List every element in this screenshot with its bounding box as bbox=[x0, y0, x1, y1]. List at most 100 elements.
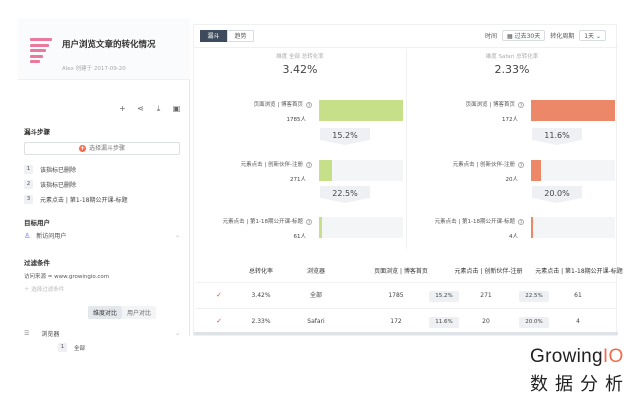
plus-icon[interactable]: + bbox=[118, 104, 127, 114]
funnel-step-count: 1785人 bbox=[286, 117, 307, 123]
funnel-step-count: 271人 bbox=[290, 177, 306, 183]
funnel-bar-track bbox=[319, 160, 403, 181]
funnel-step-name: 页面浏览 | 博客首页 bbox=[465, 102, 515, 108]
list-icon: ☰ bbox=[24, 330, 30, 337]
table-header: 元素点击 | 第1-18期公开课-标题 bbox=[535, 268, 623, 275]
funnel-steps-title: 漏斗步骤 bbox=[24, 128, 50, 136]
time-range-select[interactable]: ▦ 过去30天 bbox=[501, 30, 546, 41]
rate-cell: 2.33% bbox=[251, 318, 271, 325]
report-author: Alex 创建于 2017-09-20 bbox=[62, 66, 126, 72]
rate-pill-cell: 11.6% bbox=[424, 310, 464, 333]
funnel-step-count: 4人 bbox=[509, 234, 518, 240]
help-icon[interactable]: ? bbox=[518, 101, 524, 108]
time-range-value: 过去30天 bbox=[514, 33, 541, 40]
funnel-step-name: 元素点击 | 创新伙伴-注册 bbox=[240, 162, 303, 168]
funnel-step-count: 20人 bbox=[505, 177, 519, 183]
add-step-button[interactable]: + 选择漏斗步骤 bbox=[24, 142, 180, 155]
funnel-bar-track bbox=[319, 217, 403, 238]
funnel-step-name: 元素点击 | 第1-18期公开课-标题 bbox=[222, 219, 303, 225]
dimension-value-item[interactable]: 1 全部 bbox=[58, 343, 85, 352]
chart-controls: 时间 ▦ 过去30天 转化周期 1天 ⌄ bbox=[485, 30, 606, 41]
target-user-select[interactable]: ♙ 新访问用户 ⌄ bbox=[24, 231, 180, 241]
tab-user-compare[interactable]: 用户对比 bbox=[122, 306, 157, 319]
step-label: 元素点击 | 第1-18期公开课-标题 bbox=[40, 197, 128, 204]
chevron-down-icon: ⌄ bbox=[595, 33, 601, 40]
chevron-down-icon: ⌄ bbox=[174, 232, 180, 239]
tab-trend[interactable]: 趋势 bbox=[227, 30, 254, 42]
dimension-label: 浏览器 bbox=[41, 331, 60, 338]
horizontal-scrollbar[interactable] bbox=[194, 332, 618, 335]
summary-rate: 3.42% bbox=[282, 63, 318, 76]
app-frame: 用户浏览文章的转化情况 Alex 创建于 2017-09-20 + ⋖ ⤓ ▣ … bbox=[0, 0, 640, 400]
share-icon[interactable]: ⋖ bbox=[136, 104, 145, 114]
checkbox-checked-icon[interactable]: ✓ bbox=[204, 284, 234, 307]
step-item[interactable]: 1 该指标已删除 bbox=[24, 165, 76, 174]
step1-cell: 1785 bbox=[388, 292, 404, 299]
step-rate-pill: 11.6% bbox=[429, 317, 459, 328]
step-conversion-arrow: 22.5% bbox=[320, 186, 370, 203]
config-panel: 用户浏览文章的转化情况 Alex 创建于 2017-09-20 + ⋖ ⤓ ▣ … bbox=[18, 18, 190, 352]
tab-funnel[interactable]: 漏斗 bbox=[200, 30, 227, 42]
download-icon[interactable]: ⤓ bbox=[154, 104, 163, 114]
filter-title: 过滤条件 bbox=[24, 259, 50, 267]
funnel-step-label: 元素点击 | 创新伙伴-注册? bbox=[409, 160, 524, 168]
help-icon[interactable]: ? bbox=[518, 218, 524, 225]
funnel-step-label: 元素点击 | 第1-18期公开课-标题? bbox=[409, 217, 524, 225]
step-rate-pill: 20.0% bbox=[519, 317, 549, 328]
funnel-bar-track bbox=[319, 100, 403, 121]
table-header: 页面浏览 | 博客首页 bbox=[374, 268, 428, 275]
rate-pill-cell: 22.5% bbox=[514, 284, 554, 307]
checkbox-checked-icon[interactable]: ✓ bbox=[204, 310, 234, 333]
funnel-bar[interactable] bbox=[531, 100, 615, 121]
step1-cell: 172 bbox=[390, 318, 402, 325]
step-conversion-rate: 15.2% bbox=[332, 131, 358, 140]
brand-name-part1: Growing bbox=[530, 346, 603, 367]
chevron-down-icon: ⌄ bbox=[174, 330, 180, 337]
funnel-step-label: 元素点击 | 第1-18期公开课-标题? bbox=[197, 217, 312, 225]
time-label: 时间 bbox=[484, 33, 497, 40]
table-header: 元素点击 | 创新伙伴-注册 bbox=[454, 268, 523, 275]
tab-dimension-compare[interactable]: 维度对比 bbox=[88, 306, 123, 319]
help-icon[interactable]: ? bbox=[306, 218, 312, 225]
funnel-bar[interactable] bbox=[531, 217, 533, 238]
funnel-step-name: 元素点击 | 第1-18期公开课-标题 bbox=[434, 219, 515, 225]
table-header: 浏览器 bbox=[306, 268, 325, 275]
step-rate-pill: 22.5% bbox=[519, 291, 549, 302]
step-item[interactable]: 2 该指标已删除 bbox=[24, 180, 76, 189]
summary-caption: 维度 全部 总转化率 bbox=[276, 54, 324, 60]
funnel-summary: 维度 全部 总转化率 3.42% bbox=[194, 52, 406, 76]
table-row[interactable]: ✓ 2.33% Safari 172 11.6% 20 20.0% 4 bbox=[196, 310, 616, 333]
step-label: 该指标已删除 bbox=[40, 182, 77, 189]
funnel-bar[interactable] bbox=[319, 160, 332, 181]
period-select[interactable]: 1天 ⌄ bbox=[579, 30, 606, 41]
report-title: 用户浏览文章的转化情况 bbox=[62, 40, 156, 50]
funnel-bar[interactable] bbox=[531, 160, 541, 181]
table-row[interactable]: ✓ 3.42% 全部 1785 15.2% 271 22.5% 61 bbox=[196, 284, 616, 307]
divider bbox=[194, 47, 618, 48]
browser-cell: 全部 bbox=[309, 292, 322, 299]
help-icon[interactable]: ? bbox=[518, 161, 524, 168]
plus-circle-icon: + bbox=[78, 145, 86, 152]
add-filter-button[interactable]: ＋ 选择过滤条件 bbox=[24, 285, 64, 293]
dimension-select[interactable]: ☰ 浏览器 ⌄ bbox=[24, 329, 180, 338]
funnel-bar[interactable] bbox=[319, 100, 403, 121]
add-step-label: 选择漏斗步骤 bbox=[88, 145, 125, 152]
dimension-value-number: 1 bbox=[58, 343, 67, 352]
help-icon[interactable]: ? bbox=[306, 161, 312, 168]
filter-condition[interactable]: 访问来源 = www.growingio.com bbox=[24, 272, 109, 280]
trash-icon[interactable]: ▣ bbox=[172, 104, 181, 114]
report-toolbar: + ⋖ ⤓ ▣ bbox=[118, 104, 181, 114]
period-label: 转化周期 bbox=[550, 33, 575, 40]
step-conversion-rate: 11.6% bbox=[544, 131, 570, 140]
report-header: 用户浏览文章的转化情况 Alex 创建于 2017-09-20 bbox=[18, 18, 190, 80]
help-icon[interactable]: ? bbox=[306, 101, 312, 108]
step2-cell: 20 bbox=[482, 318, 490, 325]
dimension-value: 全部 bbox=[74, 345, 86, 352]
step-item[interactable]: 3 元素点击 | 第1-18期公开课-标题 bbox=[24, 195, 128, 204]
step-conversion-rate: 20.0% bbox=[544, 189, 570, 198]
compare-toggle: 维度对比 用户对比 bbox=[88, 306, 157, 319]
target-users-title: 目标用户 bbox=[24, 219, 50, 227]
funnel-logo-icon bbox=[30, 38, 52, 64]
funnel-bar[interactable] bbox=[319, 217, 322, 238]
calendar-icon: ▦ bbox=[506, 33, 515, 40]
